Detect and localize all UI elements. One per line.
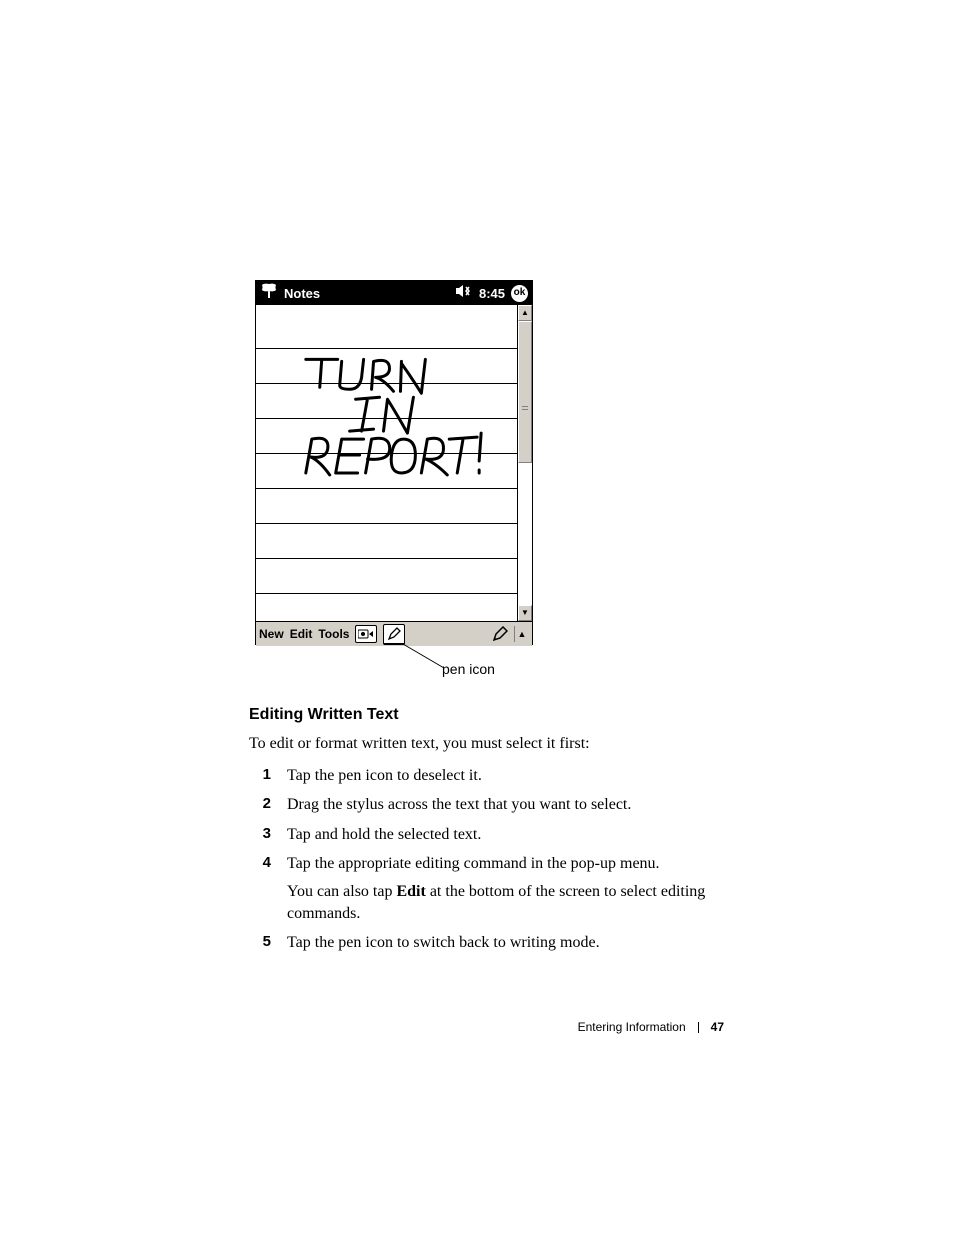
scroll-track[interactable]: [518, 463, 532, 605]
step-main-text: Tap the appropriate editing command in t…: [287, 855, 660, 872]
step-text: Tap the appropriate editing command in t…: [287, 853, 719, 925]
section-heading: Editing Written Text: [249, 706, 399, 724]
page-footer: Entering Information 47: [0, 1020, 954, 1034]
notes-canvas[interactable]: [256, 305, 517, 621]
callout-label: pen icon: [442, 661, 495, 677]
steps-list: 1 Tap the pen icon to deselect it. 2 Dra…: [249, 758, 719, 955]
step-number: 5: [249, 932, 271, 954]
step-text: Tap the pen icon to deselect it.: [287, 765, 719, 787]
step-text: Tap and hold the selected text.: [287, 824, 719, 846]
sip-pen-icon[interactable]: [492, 626, 508, 642]
step-text: Tap the pen icon to switch back to writi…: [287, 932, 719, 954]
list-item: 2 Drag the stylus across the text that y…: [249, 794, 719, 816]
pda-menubar: New Edit Tools: [256, 621, 532, 646]
list-item: 4 Tap the appropriate editing command in…: [249, 853, 719, 925]
start-icon[interactable]: [260, 282, 278, 305]
ok-button[interactable]: ok: [511, 285, 528, 302]
step-sub-bold: Edit: [396, 883, 425, 900]
step-number: 1: [249, 765, 271, 787]
handwriting-ink: [256, 305, 517, 621]
pda-titlebar: Notes 8:45 ok: [256, 281, 532, 305]
list-item: 3 Tap and hold the selected text.: [249, 824, 719, 846]
scroll-thumb[interactable]: [518, 321, 532, 463]
step-number: 3: [249, 824, 271, 846]
scroll-up-button[interactable]: ▲: [518, 305, 532, 321]
step-sub-prefix: You can also tap: [287, 883, 396, 900]
step-number: 2: [249, 794, 271, 816]
pda-screenshot: Notes 8:45 ok: [255, 280, 533, 645]
volume-icon[interactable]: [455, 284, 473, 303]
page-number: 47: [711, 1020, 724, 1034]
pen-icon-button[interactable]: [383, 624, 405, 645]
step-number: 4: [249, 853, 271, 925]
footer-separator: [698, 1022, 699, 1033]
footer-chapter: Entering Information: [578, 1020, 686, 1034]
scrollbar[interactable]: ▲ ▼: [517, 305, 532, 621]
menu-tools[interactable]: Tools: [318, 627, 349, 641]
list-item: 1 Tap the pen icon to deselect it.: [249, 765, 719, 787]
notes-body: ▲ ▼: [256, 305, 532, 621]
sip-arrow-icon[interactable]: ▲: [514, 626, 529, 642]
list-item: 5 Tap the pen icon to switch back to wri…: [249, 932, 719, 954]
step-text: Drag the stylus across the text that you…: [287, 794, 719, 816]
pda-app-title: Notes: [284, 286, 320, 301]
menu-edit[interactable]: Edit: [290, 627, 313, 641]
pda-clock: 8:45: [479, 286, 505, 301]
scroll-down-button[interactable]: ▼: [518, 605, 532, 621]
intro-paragraph: To edit or format written text, you must…: [249, 733, 719, 755]
step-subtext: You can also tap Edit at the bottom of t…: [287, 881, 719, 926]
menu-new[interactable]: New: [259, 627, 284, 641]
record-button[interactable]: [355, 625, 377, 643]
